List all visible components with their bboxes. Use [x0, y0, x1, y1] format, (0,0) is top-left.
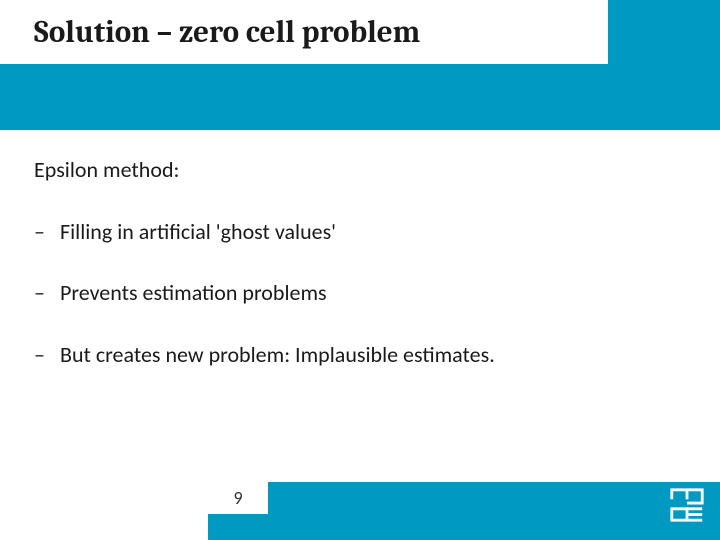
footer: 9 — [0, 482, 720, 540]
page-number: 9 — [208, 482, 268, 514]
title-accent-bar — [0, 66, 608, 130]
slide: Solution – zero cell problem Epsilon met… — [0, 0, 720, 540]
title-accent-block — [608, 0, 720, 130]
footer-accent-bar — [208, 482, 720, 540]
list-item: Prevents estimation problems — [34, 279, 680, 307]
intro-text: Epsilon method: — [34, 156, 680, 184]
cbs-logo-icon — [668, 486, 706, 524]
content-area: Epsilon method: Filling in artificial 'g… — [34, 156, 680, 402]
list-item: Filling in artificial 'ghost values' — [34, 218, 680, 246]
bullet-list: Filling in artificial 'ghost values' Pre… — [34, 218, 680, 369]
list-item: But creates new problem: Implausible est… — [34, 341, 680, 369]
title-area: Solution – zero cell problem — [0, 0, 720, 70]
page-number-value: 9 — [233, 487, 242, 509]
